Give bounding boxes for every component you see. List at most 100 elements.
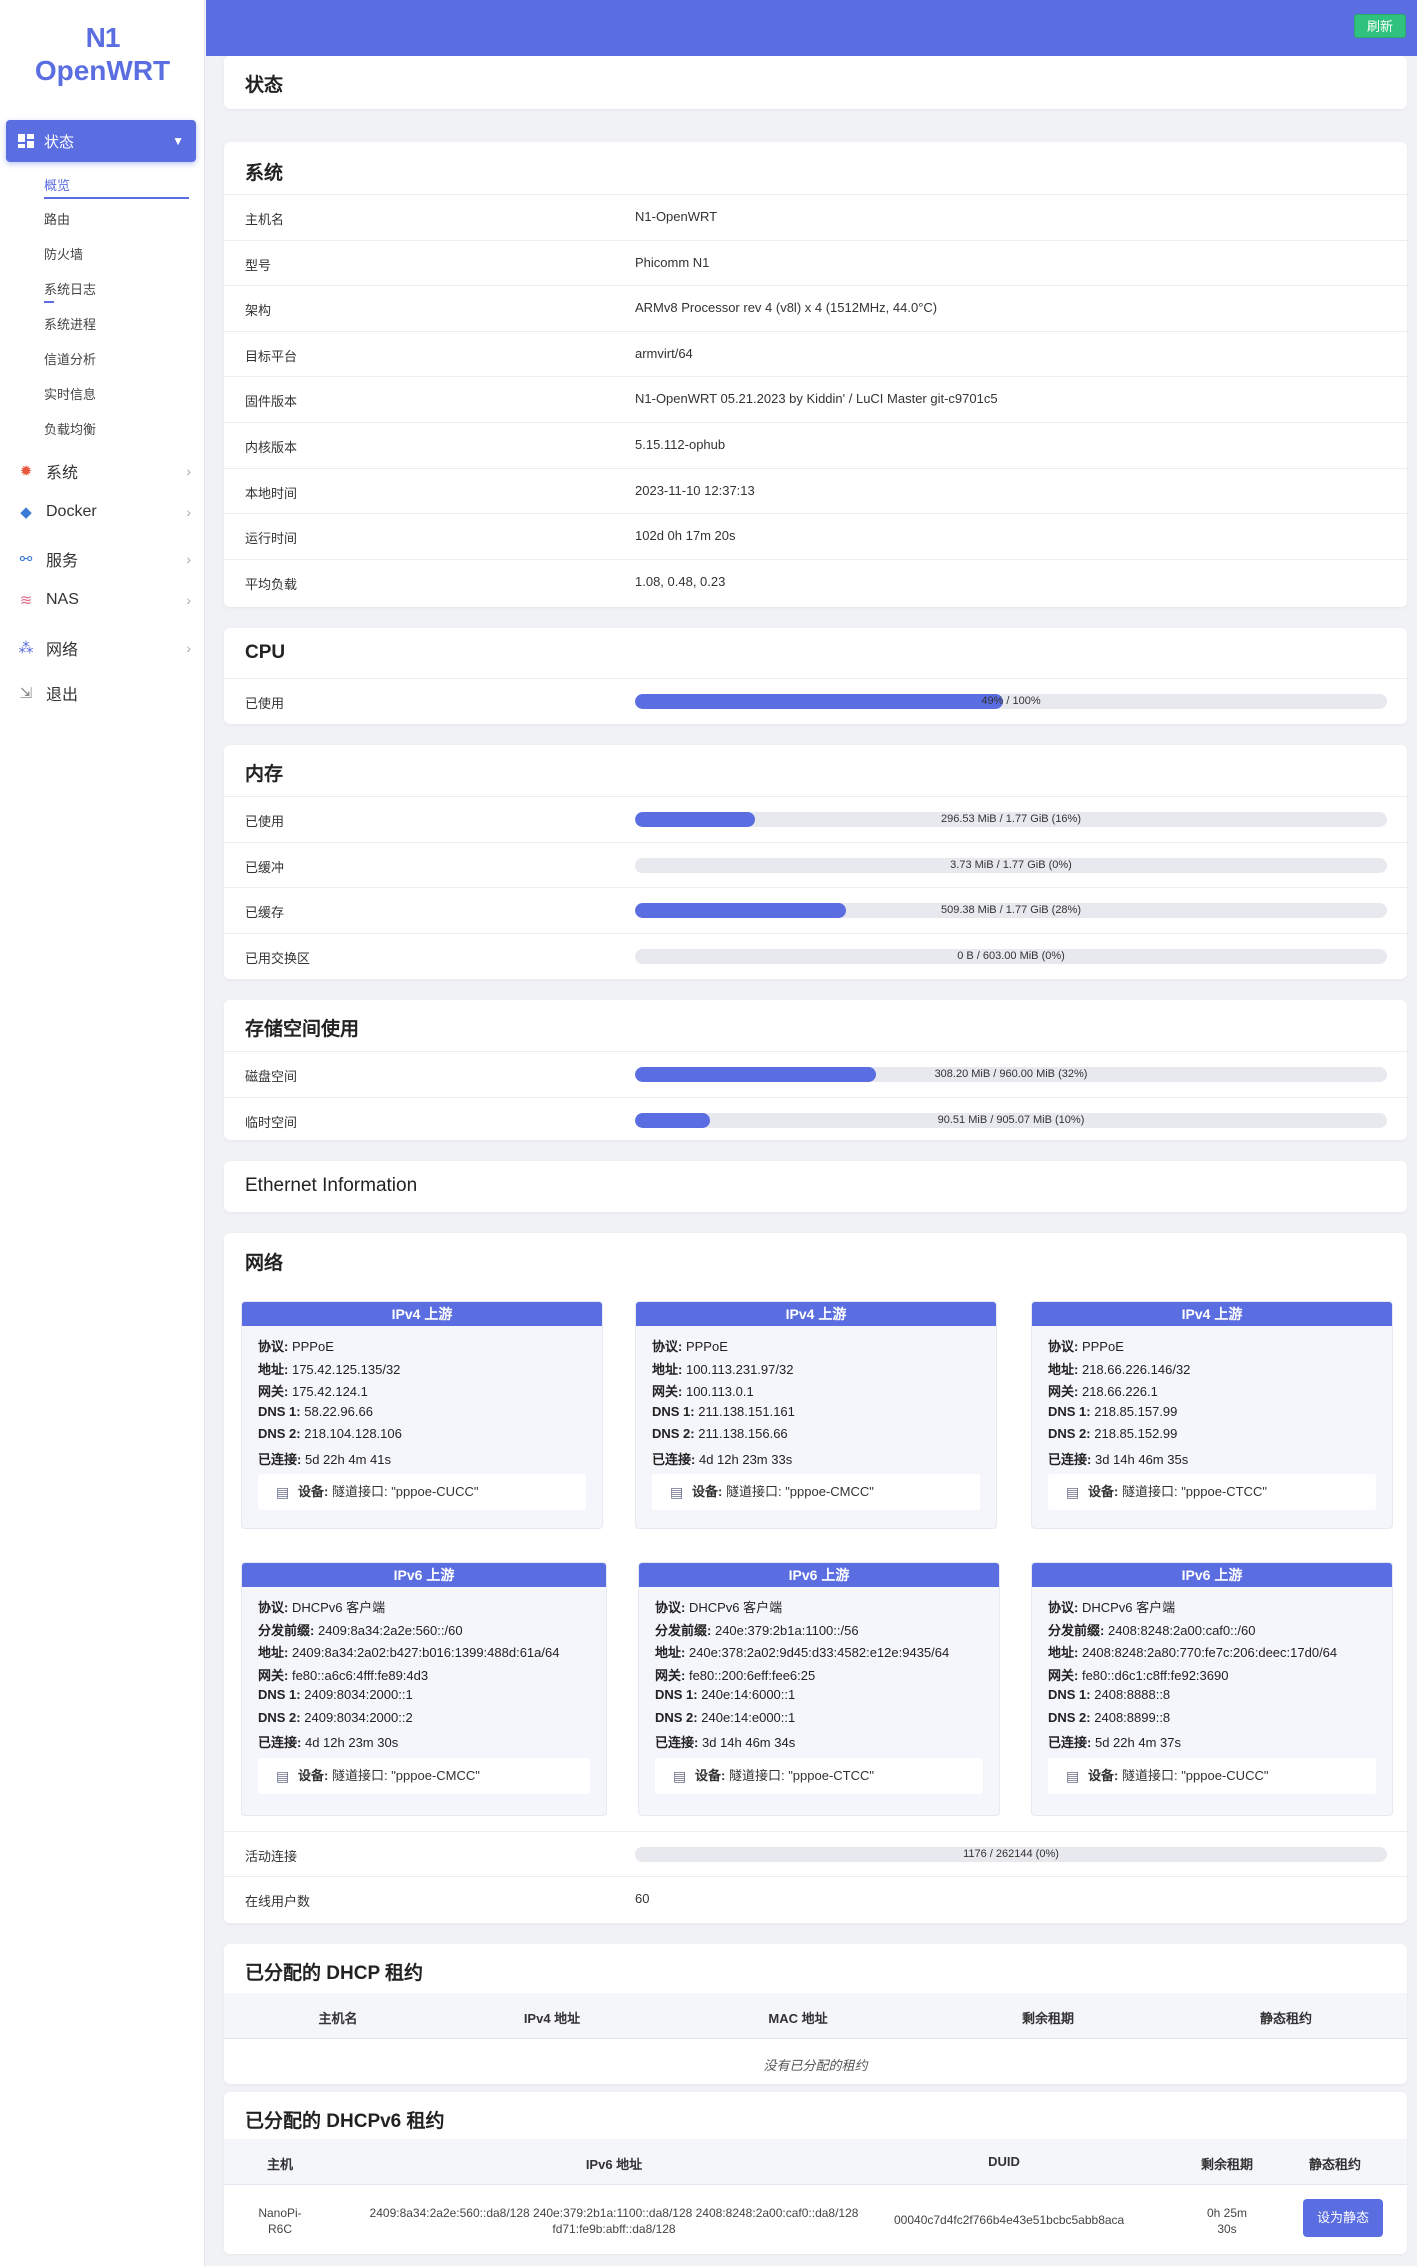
active-underline: [44, 197, 189, 199]
upstream-line: 网关: fe80::200:6eff:fee6:25: [655, 1667, 816, 1683]
info-row: 已缓存 509.38 MiB / 1.77 GiB (28%): [224, 887, 1407, 932]
dhcp6-title: 已分配的 DHCPv6 租约: [245, 2111, 445, 2132]
device-value: 隧道接口: "pppoe-CUCC": [1121, 1767, 1269, 1783]
upstream-line: DNS 2: 240e:14:e000::1: [655, 1709, 796, 1725]
logo[interactable]: N1 OpenWRT: [0, 22, 205, 88]
upstream-line: 分发前缀: 240e:379:2b1a:1100::/56: [655, 1622, 859, 1638]
sidebar-item-overview[interactable]: 概览: [44, 175, 70, 194]
sidebar-item-routes[interactable]: 路由: [44, 209, 70, 228]
menu-network[interactable]: ⁂ 网络 ›: [16, 636, 192, 660]
upstream-line: 网关: fe80::a6c6:4fff:fe89:4d3: [258, 1667, 429, 1683]
device-label: 设备:: [695, 1767, 726, 1783]
refresh-button[interactable]: 刷新: [1354, 14, 1406, 38]
memory-card: 内存 已使用 296.53 MiB / 1.77 GiB (16%) 已缓冲 3.73…: [224, 745, 1407, 979]
row-value: 1.08, 0.48, 0.23: [635, 573, 726, 589]
upstream-line: DNS 2: 2408:8899::8: [1048, 1709, 1171, 1725]
services-icon: ⚯: [19, 551, 33, 568]
cpu-title: CPU: [245, 642, 286, 663]
info-row: 架构 ARMv8 Processor rev 4 (v8l) x 4 (1512M…: [224, 285, 1407, 330]
upstream-line: 分发前缀: 2409:8a34:2a2e:560::/60: [258, 1622, 463, 1638]
upstream-header: IPv6 上游: [242, 1563, 606, 1587]
info-row: 型号 Phicomm N1: [224, 239, 1407, 285]
menu-logout[interactable]: ⇲ 退出: [16, 681, 191, 705]
progress-text: 1176 / 262144 (0%): [963, 1848, 1059, 1860]
row-value: armvirt/64: [635, 345, 693, 361]
device-value: 隧道接口: "pppoe-CTCC": [728, 1767, 875, 1783]
menu-services-label: 服务: [46, 553, 79, 570]
upstream-box: IPv6 上游 协议: DHCPv6 客户端 分发前缀: 240e:379:2b1a…: [638, 1562, 1000, 1816]
row-label: 架构: [245, 303, 272, 319]
sidebar-item-channel[interactable]: 信道分析: [44, 349, 96, 368]
gear-icon: ✹: [19, 463, 33, 480]
menu-logout-label: 退出: [46, 687, 79, 704]
logout-icon: ⇲: [19, 685, 33, 702]
upstream-line: 协议: DHCPv6 客户端: [1048, 1600, 1176, 1615]
dhcp6-card: 已分配的 DHCPv6 租约 主机 IPv6 地址 DUID 剩余租期 静态租约…: [224, 2092, 1407, 2254]
upstream-line: 协议: PPPoE: [652, 1339, 728, 1354]
menu-system[interactable]: ✹ 系统 ›: [16, 459, 191, 483]
upstream-header: IPv4 上游: [242, 1302, 602, 1326]
row-label: 已缓冲: [245, 859, 285, 875]
upstream-line: DNS 1: 211.138.151.161: [652, 1403, 795, 1419]
page-title: 状态: [245, 75, 284, 96]
cpu-card: CPU 已使用 49% / 100%: [224, 628, 1407, 724]
sidebar-item-processes[interactable]: 系统进程: [44, 314, 96, 333]
upstream-line: 协议: DHCPv6 客户端: [655, 1600, 783, 1615]
upstream-line: DNS 2: 2409:8034:2000::2: [258, 1709, 413, 1725]
upstream-line: 分发前缀: 2408:8248:2a00:caf0::/60: [1048, 1622, 1256, 1638]
chevron-right-icon: ›: [186, 463, 191, 479]
sidebar-item-syslog[interactable]: 系统日志: [44, 279, 96, 298]
col-ipv4: IPv4 地址: [523, 2011, 581, 2026]
info-row: 已使用 296.53 MiB / 1.77 GiB (16%): [224, 796, 1407, 841]
lease-host: NanoPi- R6C: [258, 2206, 302, 2236]
device-label: 设备:: [692, 1484, 723, 1499]
dhcp-title: 已分配的 DHCP 租约: [245, 1963, 424, 1984]
upstream-line: 已连接: 5d 22h 4m 37s: [1048, 1735, 1181, 1750]
dhcp-table-header: 主机名 IPv4 地址 MAC 地址 剩余租期 静态租约: [224, 1993, 1407, 2039]
progress-text: 49% / 100%: [981, 695, 1041, 707]
dashboard-icon: [18, 134, 34, 148]
dhcp6-table-header: 主机 IPv6 地址 DUID 剩余租期 静态租约: [224, 2139, 1407, 2185]
row-value: ARMv8 Processor rev 4 (v8l) x 4 (1512MHz…: [635, 300, 938, 316]
menu-nas[interactable]: ≋ NAS ›: [16, 591, 191, 609]
row-label: 目标平台: [245, 348, 298, 364]
sidebar-item-firewall[interactable]: 防火墙: [44, 244, 83, 263]
row-label: 活动连接: [245, 1849, 298, 1864]
device-label: 设备:: [1088, 1767, 1119, 1783]
storage-card: 存储空间使用 磁盘空间 308.20 MiB / 960.00 MiB (32%)…: [224, 1000, 1407, 1140]
upstream-line: 网关: 175.42.124.1: [258, 1384, 368, 1399]
menu-status[interactable]: 状态 ▼: [6, 120, 196, 162]
row-value: N1-OpenWRT: [635, 209, 718, 224]
sidebar: N1 OpenWRT 状态 ▼ 概览 路由 防火墙 系统日志 系统进程 信道分析…: [0, 0, 205, 2266]
device-row: ▤ 设备: 隧道接口: "pppoe-CMCC": [258, 1757, 590, 1794]
col-static: 静态租约: [1259, 2011, 1312, 2026]
top-bar: [206, 0, 1417, 56]
ethernet-card: Ethernet Information: [224, 1161, 1407, 1212]
set-static-button[interactable]: 设为静态: [1303, 2199, 1383, 2237]
info-row: 已缓冲 3.73 MiB / 1.77 GiB (0%): [224, 841, 1407, 887]
device-icon: ▤: [276, 1767, 290, 1784]
upstream-line: 地址: 175.42.125.135/32: [258, 1361, 401, 1377]
upstream-line: 已连接: 4d 12h 23m 30s: [258, 1735, 399, 1750]
device-value: 隧道接口: "pppoe-CMCC": [725, 1484, 874, 1499]
chevron-down-icon: ▼: [172, 134, 184, 148]
sidebar-item-loadbalance[interactable]: 负载均衡: [44, 419, 96, 438]
device-value: 隧道接口: "pppoe-CUCC": [331, 1484, 479, 1499]
row-label: 平均负载: [245, 576, 298, 592]
row-label: 内核版本: [245, 440, 298, 455]
col-duid: DUID: [988, 2154, 1020, 2169]
progress-bar: 90.51 MiB / 905.07 MiB (10%): [635, 1112, 1387, 1128]
device-row: ▤ 设备: 隧道接口: "pppoe-CUCC": [258, 1474, 586, 1510]
device-row: ▤ 设备: 隧道接口: "pppoe-CTCC": [655, 1757, 983, 1794]
menu-docker[interactable]: ◆ Docker ›: [16, 503, 191, 521]
upstream-line: 已连接: 4d 12h 23m 33s: [652, 1451, 793, 1467]
upstream-box: IPv4 上游 协议: PPPoE 地址: 218.66.226.146/32 网关:…: [1031, 1301, 1393, 1529]
row-label: 在线用户数: [245, 1894, 311, 1909]
menu-services[interactable]: ⚯ 服务 ›: [16, 547, 191, 571]
sidebar-item-realtime[interactable]: 实时信息: [44, 384, 96, 403]
info-row: 本地时间 2023-11-10 12:37:13: [224, 467, 1407, 513]
info-row: 临时空间 90.51 MiB / 905.07 MiB (10%): [224, 1096, 1407, 1142]
upstream-line: 协议: PPPoE: [1048, 1339, 1124, 1354]
info-row: 在线用户数 60: [224, 1876, 1407, 1921]
menu-network-label: 网络: [46, 642, 79, 659]
